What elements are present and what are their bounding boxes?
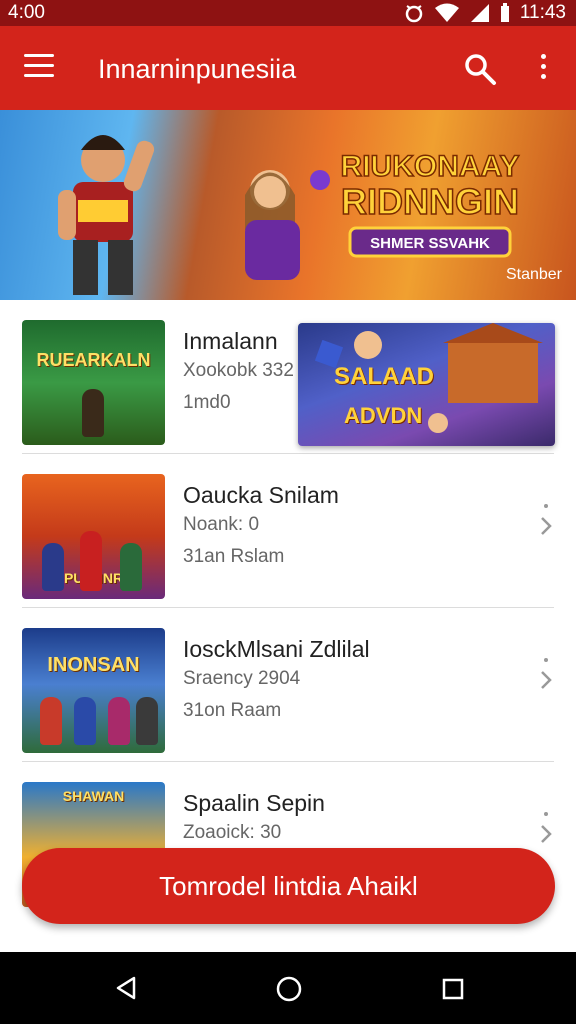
game-subtitle: Sraency 2904 bbox=[183, 668, 301, 689]
home-icon[interactable] bbox=[276, 976, 302, 1002]
app-bar: Innarninpunesiia bbox=[0, 26, 576, 110]
hero-girl-image bbox=[245, 170, 330, 280]
game-title: Oaucka Snilam bbox=[183, 482, 339, 508]
hero-character-image bbox=[58, 135, 155, 295]
game-title: IosckMlsani Zdlilal bbox=[183, 636, 370, 662]
battery-icon bbox=[500, 3, 509, 22]
game-logo: RIUKONAAY RIDNNGIN SHMER SSVAHK bbox=[340, 149, 520, 258]
popup-text-line2: ADVDN bbox=[344, 403, 423, 428]
game-thumbnail: PUSHNR bbox=[22, 474, 165, 599]
system-nav-bar bbox=[0, 952, 576, 1024]
signal-icon bbox=[470, 4, 489, 22]
logo-line2: RIDNNGIN bbox=[341, 181, 519, 222]
game-meta: 31on Raam bbox=[183, 700, 282, 721]
game-title: Inmalann bbox=[183, 328, 278, 354]
game-subtitle: Zoaoick: 30 bbox=[183, 822, 282, 843]
chevron-right-icon[interactable] bbox=[538, 502, 554, 542]
back-icon[interactable] bbox=[114, 976, 138, 1000]
hamburger-icon[interactable] bbox=[24, 54, 54, 80]
popup-ad-image[interactable]: SALAAD ADVDN bbox=[298, 323, 555, 446]
wifi-icon bbox=[434, 3, 459, 22]
banner-corner-text: Stanber bbox=[505, 266, 562, 283]
recent-apps-icon[interactable] bbox=[442, 978, 464, 1000]
game-thumbnail: INONSAN bbox=[22, 628, 165, 753]
logo-badge: SHMER SSVAHK bbox=[370, 235, 490, 252]
chevron-right-icon[interactable] bbox=[538, 656, 554, 696]
game-subtitle: Noank: 0 bbox=[183, 514, 260, 535]
featured-banner[interactable]: RIUKONAAY RIDNNGIN SHMER SSVAHK Stanber bbox=[0, 110, 576, 300]
list-item[interactable]: INONSAN IosckMlsani Zdlilal Sraency 2904… bbox=[0, 608, 576, 762]
game-meta: 31an Rslam bbox=[183, 546, 285, 567]
list-item[interactable]: PUSHNR Oaucka Snilam Noank: 0 31an Rslam bbox=[0, 454, 576, 608]
game-subtitle: Xookobk 332 bbox=[183, 360, 294, 381]
app-title: Innarninpunesiia bbox=[98, 54, 297, 84]
logo-line1: RIUKONAAY bbox=[341, 150, 520, 183]
status-time: 4:00 bbox=[8, 2, 45, 23]
primary-action-button[interactable]: Tomrodel lintdia Ahaikl bbox=[22, 848, 555, 924]
game-meta: 1md0 bbox=[183, 392, 231, 413]
status-clock: 11:43 bbox=[519, 2, 566, 23]
status-bar: 4:00 11:43 bbox=[0, 0, 576, 26]
more-vert-icon[interactable] bbox=[536, 54, 550, 84]
search-icon[interactable] bbox=[463, 52, 497, 86]
chevron-right-icon[interactable] bbox=[538, 810, 554, 850]
alarm-icon bbox=[405, 5, 423, 23]
game-title: Spaalin Sepin bbox=[183, 790, 325, 816]
game-thumbnail: RUEARKALN bbox=[22, 320, 165, 445]
popup-text-line1: SALAAD bbox=[334, 363, 434, 390]
